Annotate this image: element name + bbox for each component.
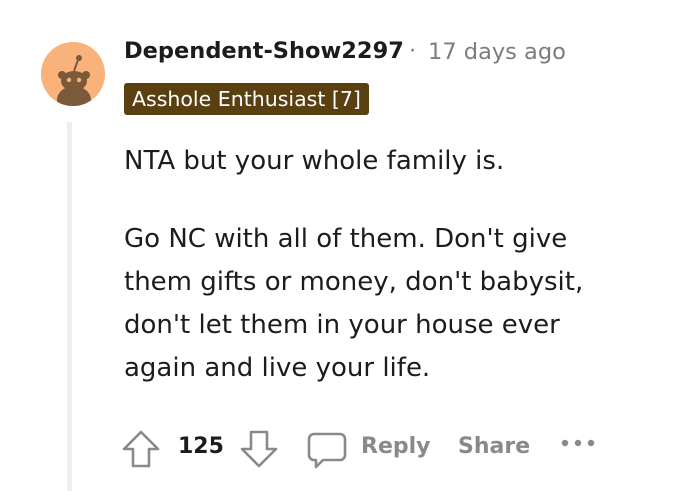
user-avatar[interactable] — [41, 42, 105, 106]
comment-author[interactable]: Dependent-Show2297 — [124, 38, 404, 64]
downvote-arrow-icon[interactable] — [238, 428, 280, 470]
comment-body-paragraph: NTA but your whole family is. — [124, 146, 505, 176]
thread-collapse-line[interactable] — [67, 122, 72, 491]
comment-action-bar: 125 Reply Share — [118, 424, 658, 472]
speech-bubble-icon[interactable] — [305, 428, 349, 470]
more-dots-icon[interactable] — [560, 438, 596, 448]
share-button[interactable]: Share — [458, 434, 530, 459]
upvote-arrow-icon[interactable] — [120, 428, 162, 470]
comment-body-paragraph: Go NC with all of them. Don't give them … — [124, 224, 584, 383]
meta-separator: · — [409, 38, 417, 64]
snoo-avatar-icon — [41, 42, 105, 106]
comment: Dependent-Show2297 · 17 days ago Asshole… — [0, 0, 700, 491]
vote-count: 125 — [178, 434, 224, 459]
comment-timestamp[interactable]: 17 days ago — [428, 39, 566, 65]
reply-button[interactable]: Reply — [361, 434, 431, 459]
user-flair: Asshole Enthusiast [7] — [124, 83, 369, 115]
